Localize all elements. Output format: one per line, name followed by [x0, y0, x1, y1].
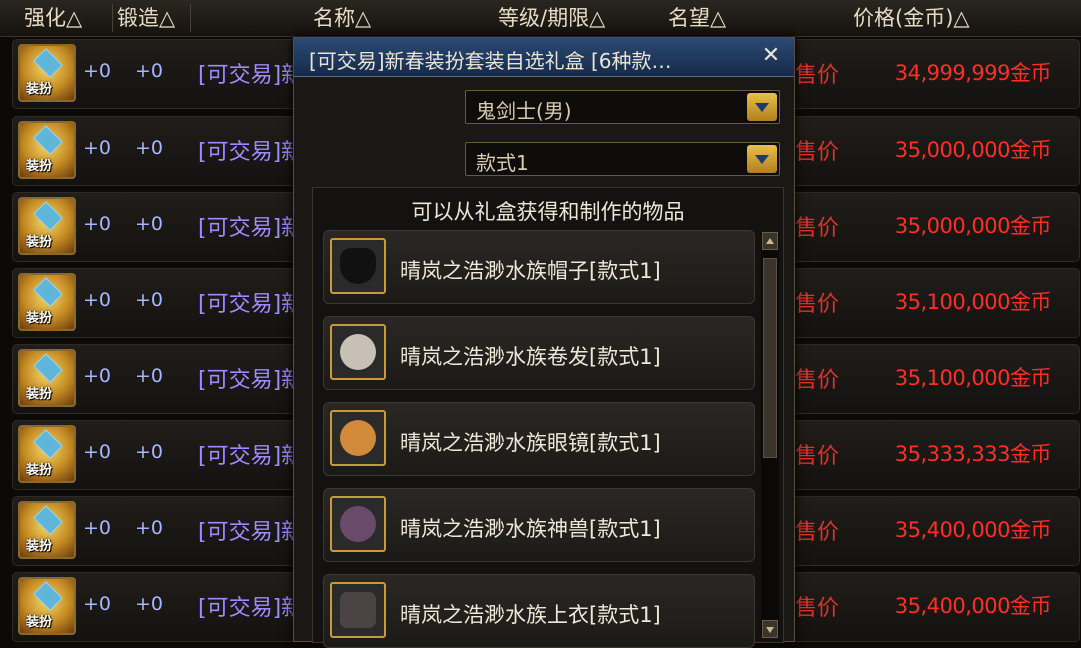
enhance-value: +0: [83, 213, 112, 235]
forge-value: +0: [135, 517, 164, 539]
chevron-down-icon[interactable]: [747, 93, 777, 121]
style-select[interactable]: 款式1: [465, 142, 780, 176]
sell-label: 售价: [795, 292, 840, 317]
reward-list-panel: 可以从礼盒获得和制作的物品 晴岚之浩渺水族帽子[款式1] 晴岚之浩渺水族卷发[款…: [312, 187, 784, 648]
forge-value: +0: [135, 213, 164, 235]
gift-box-icon: 装扮: [18, 44, 76, 102]
class-select[interactable]: 鬼剑士(男): [465, 90, 780, 124]
item-name: [可交易]新: [198, 444, 304, 469]
coat-icon: [330, 582, 386, 638]
reward-item-name: 晴岚之浩渺水族眼镜[款式1]: [400, 431, 661, 455]
enhance-value: +0: [83, 441, 112, 463]
scroll-up-icon[interactable]: [762, 232, 778, 250]
class-select-value: 鬼剑士(男): [476, 99, 572, 123]
item-price: 35,400,000金币: [894, 518, 1052, 542]
col-reputation-header[interactable]: 名望△: [668, 0, 726, 36]
market-header: 强化△ 锻造△ 名称△ 等级/期限△ 名望△ 价格(金币)△: [0, 0, 1081, 37]
sell-label: 售价: [795, 216, 840, 241]
sell-label: 售价: [795, 140, 840, 165]
item-name: [可交易]新: [198, 292, 304, 317]
sell-label: 售价: [795, 520, 840, 545]
dialog-title: [可交易]新春装扮套装自选礼盒 [6种款…: [309, 49, 672, 73]
beast-icon: [330, 496, 386, 552]
sell-label: 售价: [795, 63, 840, 88]
item-name: [可交易]新: [198, 216, 304, 241]
reward-list-title: 可以从礼盒获得和制作的物品: [411, 200, 685, 224]
reward-item[interactable]: 晴岚之浩渺水族上衣[款式1]: [323, 574, 755, 648]
reward-item[interactable]: 晴岚之浩渺水族眼镜[款式1]: [323, 402, 755, 476]
hat-icon: [330, 238, 386, 294]
forge-value: +0: [135, 60, 164, 82]
enhance-value: +0: [83, 137, 112, 159]
item-name: [可交易]新: [198, 140, 304, 165]
item-name: [可交易]新: [198, 63, 304, 88]
forge-value: +0: [135, 365, 164, 387]
item-price: 35,333,333金币: [894, 442, 1052, 466]
item-name: [可交易]新: [198, 520, 304, 545]
gift-box-icon: 装扮: [18, 577, 76, 635]
dialog-titlebar[interactable]: [可交易]新春装扮套装自选礼盒 [6种款… ✕: [294, 38, 794, 77]
gift-box-icon: 装扮: [18, 349, 76, 407]
close-icon[interactable]: ✕: [758, 43, 784, 69]
sell-label: 售价: [795, 368, 840, 393]
item-price: 35,000,000金币: [894, 214, 1052, 238]
forge-value: +0: [135, 593, 164, 615]
enhance-value: +0: [83, 517, 112, 539]
reward-item-name: 晴岚之浩渺水族帽子[款式1]: [400, 259, 661, 283]
gift-box-icon: 装扮: [18, 501, 76, 559]
reward-item-name: 晴岚之浩渺水族神兽[款式1]: [400, 517, 661, 541]
reward-item[interactable]: 晴岚之浩渺水族神兽[款式1]: [323, 488, 755, 562]
item-price: 35,000,000金币: [894, 138, 1052, 162]
gift-box-icon: 装扮: [18, 273, 76, 331]
reward-item-name: 晴岚之浩渺水族上衣[款式1]: [400, 603, 661, 627]
forge-value: +0: [135, 289, 164, 311]
chevron-down-icon[interactable]: [747, 145, 777, 173]
col-enhance-header[interactable]: 强化△: [24, 0, 82, 36]
enhance-value: +0: [83, 289, 112, 311]
item-price: 34,999,999金币: [894, 61, 1052, 85]
enhance-value: +0: [83, 365, 112, 387]
sell-label: 售价: [795, 444, 840, 469]
forge-value: +0: [135, 441, 164, 463]
sell-label: 售价: [795, 596, 840, 621]
enhance-value: +0: [83, 593, 112, 615]
gift-box-icon: 装扮: [18, 121, 76, 179]
item-price: 35,100,000金币: [894, 366, 1052, 390]
col-price-header[interactable]: 价格(金币)△: [853, 0, 970, 36]
item-price: 35,400,000金币: [894, 594, 1052, 618]
style-select-value: 款式1: [476, 151, 529, 175]
col-name-header[interactable]: 名称△: [313, 0, 371, 36]
item-name: [可交易]新: [198, 368, 304, 393]
hair-icon: [330, 324, 386, 380]
gift-box-icon: 装扮: [18, 425, 76, 483]
reward-item-name: 晴岚之浩渺水族卷发[款式1]: [400, 345, 661, 369]
scroll-thumb[interactable]: [763, 258, 777, 458]
scroll-down-icon[interactable]: [762, 620, 778, 638]
col-level-header[interactable]: 等级/期限△: [498, 0, 605, 36]
item-name: [可交易]新: [198, 596, 304, 621]
glasses-icon: [330, 410, 386, 466]
reward-item[interactable]: 晴岚之浩渺水族帽子[款式1]: [323, 230, 755, 304]
col-forge-header[interactable]: 锻造△: [117, 0, 175, 36]
reward-list-scrollbar[interactable]: [761, 232, 779, 638]
gift-box-dialog: [可交易]新春装扮套装自选礼盒 [6种款… ✕ 鬼剑士(男) 款式1 可以从礼盒…: [293, 37, 795, 648]
item-price: 35,100,000金币: [894, 290, 1052, 314]
enhance-value: +0: [83, 60, 112, 82]
forge-value: +0: [135, 137, 164, 159]
reward-item[interactable]: 晴岚之浩渺水族卷发[款式1]: [323, 316, 755, 390]
gift-box-icon: 装扮: [18, 197, 76, 255]
